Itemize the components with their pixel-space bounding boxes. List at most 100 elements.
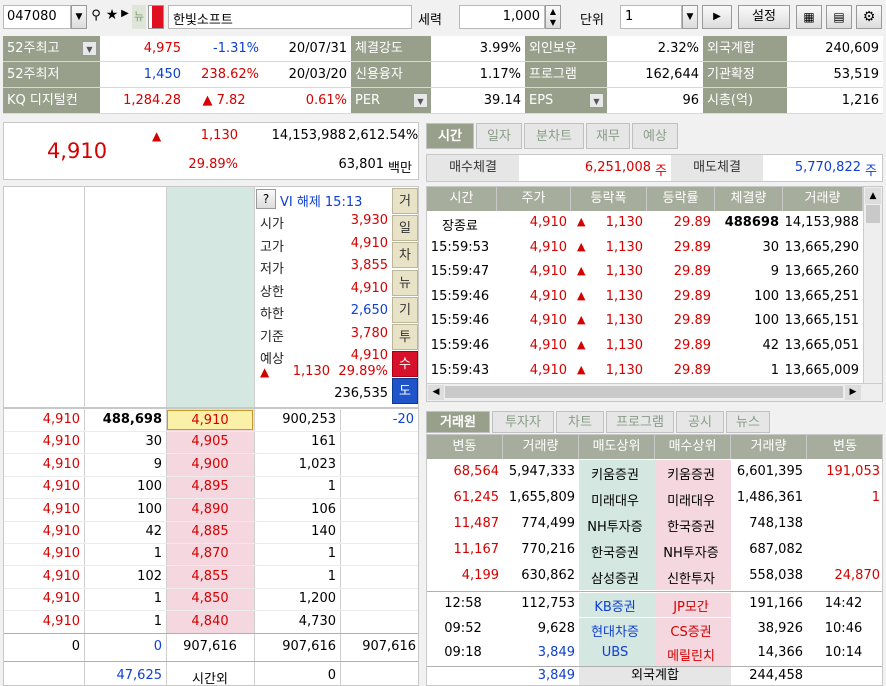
scroll-left-icon[interactable]: ◀ (428, 385, 444, 400)
broker-cell[interactable]: 미래대우 (579, 490, 651, 509)
ob-divider (4, 520, 418, 522)
broker-tab-5[interactable]: 뉴스 (726, 411, 770, 433)
broker-cell: 61,245 (453, 490, 500, 505)
hscroll-thumb[interactable] (445, 386, 843, 398)
broker-cell[interactable]: 한국증권 (655, 516, 727, 535)
qty-input[interactable]: 1,000 (459, 5, 545, 29)
broker-tab-3[interactable]: 프로그램 (606, 411, 674, 433)
broker-cell[interactable]: NH투자증 (655, 542, 727, 561)
foreign-cell: 3,849 (537, 645, 575, 660)
ob-price-bid[interactable]: 4,890 (170, 502, 250, 517)
ob-price-bid[interactable]: 4,885 (170, 524, 250, 539)
trade-cell: 29.89 (673, 288, 711, 304)
ob-price-bid[interactable]: 4,840 (170, 614, 250, 629)
foreign-cell[interactable]: 현대차증 (579, 621, 651, 640)
side-tab-3[interactable]: 뉴 (392, 269, 418, 296)
ob-price-bid[interactable]: 4,895 (170, 479, 250, 494)
stat-dropdown-icon[interactable]: ▼ (413, 93, 428, 108)
ob-bid-volume: 1,200 (298, 591, 336, 607)
foreign-cell[interactable]: UBS (579, 645, 651, 660)
stock-name-field[interactable]: 한빛소프트 (168, 5, 412, 29)
tab-2[interactable]: 분차트 (524, 123, 584, 149)
ob-price-left: 4,910 (42, 568, 80, 584)
ob-price-bid[interactable]: 4,910 (167, 410, 253, 430)
ob-price-bid[interactable]: 4,905 (170, 434, 250, 449)
side-tab-6[interactable]: 수 (392, 351, 418, 378)
side-tab-1[interactable]: 일 (392, 215, 418, 242)
foreign-total-buy: 244,458 (749, 668, 803, 683)
side-tab-4[interactable]: 기 (392, 296, 418, 323)
code-dropdown-button[interactable]: ▼ (71, 5, 87, 29)
up-arrow-icon: ▲ (577, 264, 586, 278)
broker-cell[interactable]: 삼성증권 (579, 568, 651, 587)
tab-4[interactable]: 예상 (632, 123, 678, 149)
vertical-scrollbar[interactable]: ▲ (863, 187, 882, 383)
unit-label: 단위 (580, 13, 604, 28)
ob-price-bid[interactable]: 4,855 (170, 569, 250, 584)
news-badge[interactable]: 뉴 (132, 5, 146, 29)
play-small-icon[interactable]: ▶ (120, 8, 130, 26)
ob-bid-volume: 4,730 (298, 613, 336, 629)
trade-cell: 4,910 (529, 362, 567, 378)
broker-cell[interactable]: 미래대우 (655, 490, 727, 509)
search-icon[interactable]: ⚲ (89, 8, 103, 26)
ob-price-bid[interactable]: 4,850 (170, 591, 250, 606)
stat-value: 53,519 (787, 62, 883, 87)
ob-price-bid[interactable]: 4,870 (170, 546, 250, 561)
unit-select[interactable]: 1 (620, 5, 682, 29)
tab-3[interactable]: 재무 (586, 123, 630, 149)
foreign-cell[interactable]: CS증권 (655, 621, 727, 640)
ob-price-left: 4,910 (42, 613, 80, 629)
help-button[interactable]: ? (256, 189, 276, 209)
foreign-cell: 09:18 (444, 645, 482, 660)
star-icon[interactable]: ★ (104, 7, 120, 25)
broker-tab-2[interactable]: 차트 (556, 411, 604, 433)
stepper-up-icon[interactable]: ▲ (546, 6, 560, 17)
side-tab-7[interactable]: 도 (392, 378, 418, 405)
ob-volume: 488,698 (102, 412, 162, 427)
ob-price-left: 4,910 (42, 501, 80, 517)
stepper-down-icon[interactable]: ▼ (546, 17, 560, 28)
foreign-cell: 112,753 (521, 596, 575, 611)
foreign-cell[interactable]: KB증권 (579, 596, 651, 615)
unit-dropdown-button[interactable]: ▼ (682, 5, 698, 29)
side-tab-0[interactable]: 거 (392, 188, 418, 214)
layout-icon-a[interactable]: ▦ (796, 5, 822, 29)
broker-header: 변동 (427, 435, 503, 459)
broker-cell[interactable]: 한국증권 (579, 542, 651, 561)
execution-summary: 매수체결 6,251,008 주 매도체결 5,770,822 주 (426, 154, 883, 182)
stock-code-input[interactable]: 047080 (3, 5, 71, 29)
ob-total-3: 907,616 (282, 639, 336, 654)
broker-tab-0[interactable]: 거래원 (426, 411, 490, 433)
up-arrow-icon: ▲ (577, 239, 586, 253)
broker-tab-1[interactable]: 투자자 (492, 411, 554, 433)
trade-cell: 29.89 (673, 264, 711, 280)
broker-cell[interactable]: 키움증권 (579, 464, 651, 483)
layout-icon-b[interactable]: ▤ (826, 5, 852, 29)
side-tab-5[interactable]: 투 (392, 324, 418, 350)
settings-button[interactable]: 설정 (738, 5, 790, 29)
broker-cell[interactable]: NH투자증 (579, 516, 651, 535)
stat-dropdown-icon[interactable]: ▼ (589, 93, 604, 108)
scroll-right-icon[interactable]: ▶ (845, 385, 861, 400)
broker-cell[interactable]: 키움증권 (655, 464, 727, 483)
gear-icon[interactable]: ⚙ (856, 5, 882, 29)
next-button[interactable]: ▶ (702, 5, 732, 29)
broker-cell[interactable]: 신한투자 (655, 568, 727, 587)
stat-dropdown-icon[interactable]: ▼ (82, 41, 97, 56)
horizontal-scrollbar[interactable]: ◀ ▶ (427, 383, 882, 401)
tab-0[interactable]: 시간 (426, 123, 474, 149)
tab-1[interactable]: 일자 (476, 123, 522, 149)
scroll-up-icon[interactable]: ▲ (865, 188, 881, 204)
broker-tab-4[interactable]: 공시 (676, 411, 724, 433)
scroll-thumb[interactable] (866, 205, 880, 223)
stock-color-flag-icon (148, 5, 164, 29)
ob-divider (4, 565, 418, 567)
ob-price-bid[interactable]: 4,900 (170, 457, 250, 472)
qty-stepper[interactable]: ▲ ▼ (545, 5, 561, 29)
ob-divider (4, 453, 418, 455)
foreign-cell[interactable]: JP모간 (655, 596, 727, 615)
foreign-cell[interactable]: 메릴린치 (655, 645, 727, 664)
side-tab-2[interactable]: 차 (392, 242, 418, 269)
orderbook-upper: ? VI 해제 15:13 시가 3,930 고가 4,910 저가 3,855 상한 4,9… (3, 186, 419, 408)
